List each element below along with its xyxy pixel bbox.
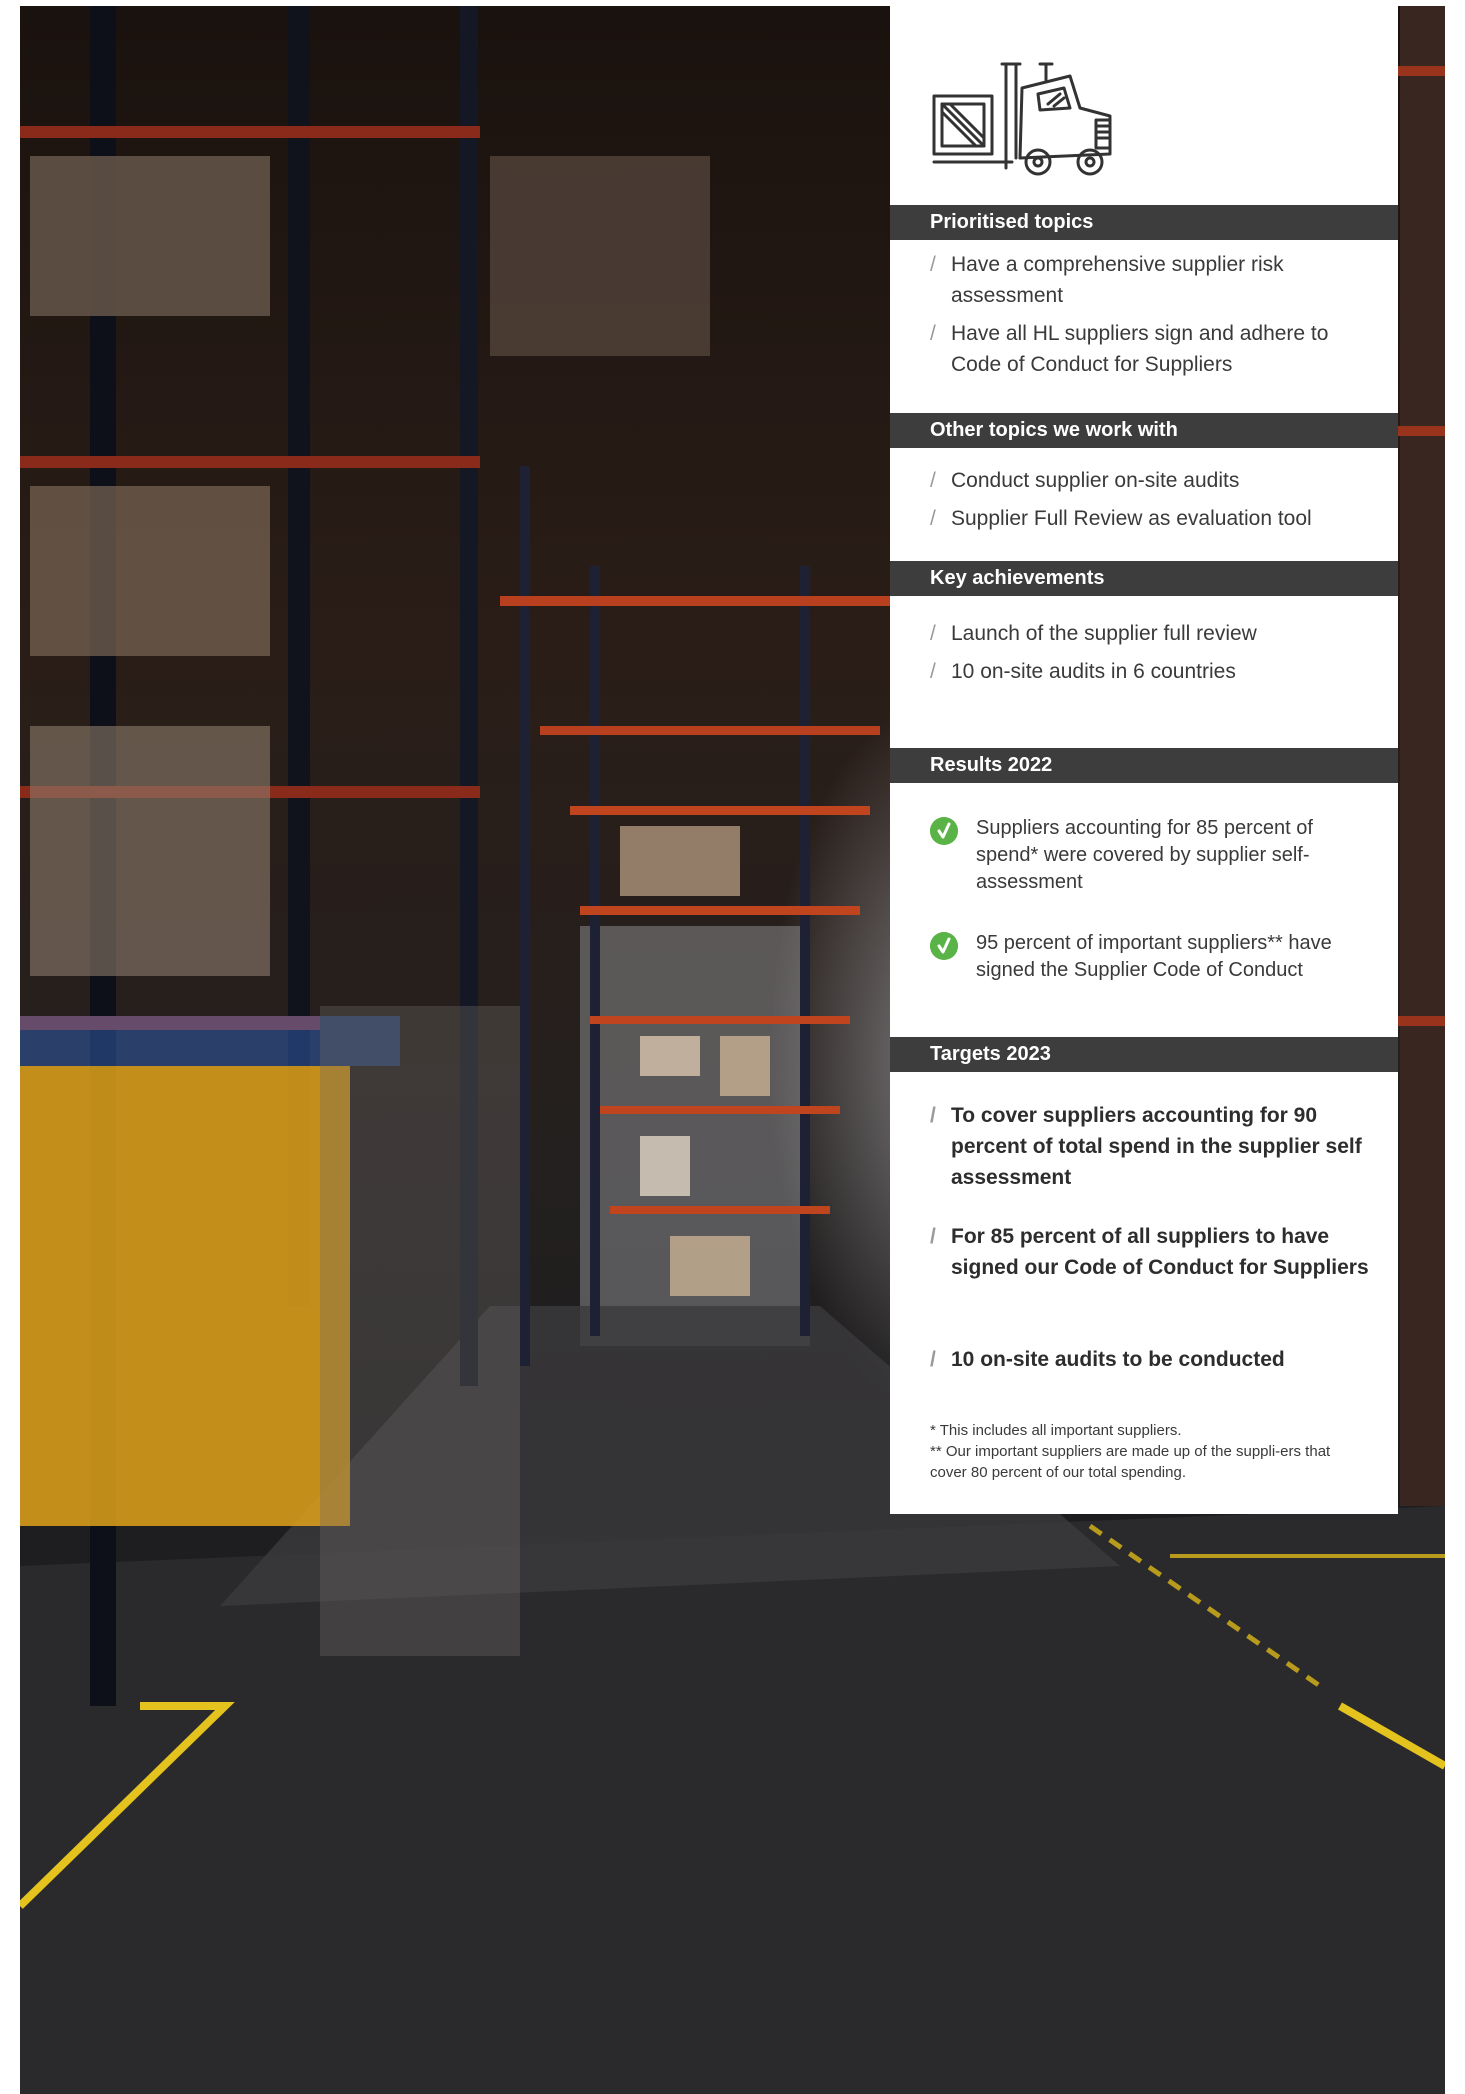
result-item-text: 95 percent of important suppliers** have… bbox=[976, 932, 1332, 981]
footnote-1: * This includes all important suppliers. bbox=[930, 1422, 1182, 1439]
list-item: / Launch of the supplier full review bbox=[930, 618, 1370, 649]
target-item-text: To cover suppliers accounting for 90 per… bbox=[951, 1104, 1362, 1189]
list-item: / Have all HL suppliers sign and adhere … bbox=[930, 318, 1370, 380]
list-item: / Supplier Full Review as evaluation too… bbox=[930, 503, 1370, 534]
section-header-other: Other topics we work with bbox=[890, 413, 1398, 448]
section-header-achievements: Key achievements bbox=[890, 561, 1398, 596]
footnote-2: ** Our important suppliers are made up o… bbox=[930, 1443, 1331, 1481]
list-item: / 10 on-site audits in 6 countries bbox=[930, 656, 1370, 687]
slash-bullet: / bbox=[930, 507, 936, 530]
info-panel: Prioritised topics / Have a comprehensiv… bbox=[890, 6, 1398, 1514]
slash-bullet: / bbox=[930, 469, 936, 492]
list-item-text: Have a comprehensive supplier risk asses… bbox=[951, 253, 1284, 307]
checkmark-circle-icon bbox=[930, 932, 958, 960]
list-item: / Have a comprehensive supplier risk ass… bbox=[930, 249, 1370, 311]
list-item-text: Supplier Full Review as evaluation tool bbox=[951, 507, 1312, 530]
list-item: / Conduct supplier on-site audits bbox=[930, 465, 1370, 496]
slash-bullet: / bbox=[930, 660, 936, 683]
slash-bullet: / bbox=[930, 253, 936, 276]
section-header-prioritised: Prioritised topics bbox=[890, 205, 1398, 240]
section-header-targets: Targets 2023 bbox=[890, 1037, 1398, 1072]
slash-bullet: / bbox=[930, 322, 936, 345]
target-item-text: For 85 percent of all suppliers to have … bbox=[951, 1225, 1369, 1279]
slash-bullet: / bbox=[930, 1225, 936, 1248]
forklift-icon bbox=[932, 62, 1112, 176]
section-header-results: Results 2022 bbox=[890, 748, 1398, 783]
slash-bullet: / bbox=[930, 1348, 936, 1371]
list-item-text: Have all HL suppliers sign and adhere to… bbox=[951, 322, 1329, 376]
target-item-text: 10 on-site audits to be conducted bbox=[951, 1348, 1285, 1371]
target-item: / 10 on-site audits to be conducted bbox=[930, 1344, 1370, 1375]
list-item-text: Launch of the supplier full review bbox=[951, 622, 1257, 645]
result-item: 95 percent of important suppliers** have… bbox=[930, 930, 1370, 984]
list-item-text: 10 on-site audits in 6 countries bbox=[951, 660, 1236, 683]
list-item-text: Conduct supplier on-site audits bbox=[951, 469, 1240, 492]
footnotes: * This includes all important suppliers.… bbox=[930, 1420, 1370, 1483]
result-item-text: Suppliers accounting for 85 percent of s… bbox=[976, 817, 1313, 893]
result-item: Suppliers accounting for 85 percent of s… bbox=[930, 815, 1370, 896]
slash-bullet: / bbox=[930, 1104, 936, 1127]
checkmark-circle-icon bbox=[930, 817, 958, 845]
target-item: / To cover suppliers accounting for 90 p… bbox=[930, 1100, 1370, 1193]
target-item: / For 85 percent of all suppliers to hav… bbox=[930, 1221, 1370, 1283]
slash-bullet: / bbox=[930, 622, 936, 645]
